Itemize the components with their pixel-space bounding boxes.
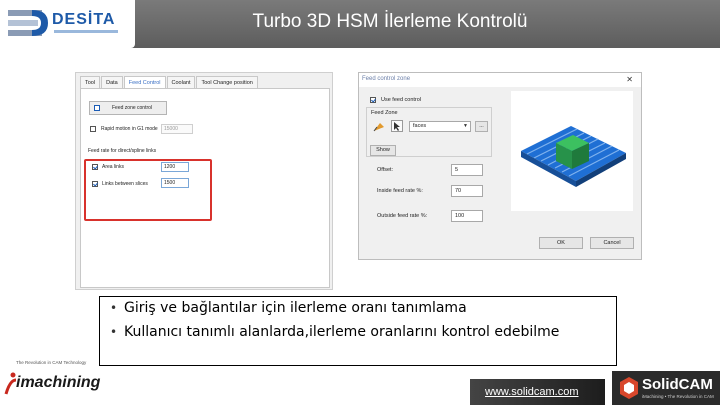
offset-label: Offset: (377, 167, 394, 173)
desita-logo-mark-icon (8, 10, 48, 36)
solidcam-wordmark: SolidCAM (642, 376, 713, 393)
feed-zone-select[interactable]: faces ▼ (409, 121, 471, 132)
inside-feed-rate-input[interactable]: 70 (451, 185, 483, 197)
ok-button[interactable]: OK (539, 237, 583, 249)
browse-button[interactable]: ... (475, 121, 488, 132)
feed-zone-control-button[interactable]: Feed zone control (89, 101, 167, 115)
bullet-icon: • (110, 301, 118, 315)
solidcam-website-link[interactable]: www.solidcam.com (485, 386, 579, 398)
outside-feed-rate-label: Outside feed rate %: (377, 213, 428, 219)
bullet-list: • Giriş ve bağlantılar için ilerleme ora… (99, 296, 617, 366)
feed-rate-group-label: Feed rate for direct/spline links (88, 148, 157, 154)
rapid-motion-checkbox[interactable] (90, 126, 96, 132)
bullet-text: Giriş ve bağlantılar için ilerleme oranı… (124, 300, 467, 316)
bullet-icon: • (110, 325, 118, 339)
bullet-text: Kullanıcı tanımlı alanlarda,ilerleme ora… (124, 324, 560, 340)
solidcam-logo: SolidCAM iMachining • The Revolution in … (612, 371, 720, 405)
feed-zone-select-value: faces (413, 123, 427, 129)
dialog-titlebar: Feed control zone ✕ (359, 73, 641, 87)
inside-feed-rate-label: Inside feed rate %: (377, 188, 423, 194)
select-geometry-icon[interactable] (372, 121, 386, 133)
offset-input[interactable]: 5 (451, 164, 483, 176)
feed-zone-label: Feed Zone (371, 110, 398, 116)
slide-title: Turbo 3D HSM İlerleme Kontrolü (252, 11, 528, 32)
solidcam-mark-icon (620, 377, 638, 399)
feed-zone-control-label: Feed zone control (112, 105, 153, 111)
bullet-item: • Kullanıcı tanımlı alanlarda,ilerleme o… (106, 323, 616, 341)
feed-zone-checkbox[interactable] (94, 105, 100, 111)
dialog-title: Feed control zone (362, 76, 411, 82)
slide-header: DESİTA Turbo 3D HSM İlerleme Kontrolü (0, 0, 720, 48)
desita-logo: DESİTA (0, 0, 135, 48)
rapid-motion-input[interactable]: 15000 (161, 124, 193, 134)
outside-feed-rate-input[interactable]: 100 (451, 210, 483, 222)
slide-footer: www.solidcam.com SolidCAM iMachining • T… (0, 371, 720, 405)
tab-strip: Tool Data Feed Control Coolant Tool Chan… (80, 76, 259, 88)
use-feed-control-checkbox[interactable] (370, 97, 376, 103)
feed-rate-highlight-frame (84, 159, 212, 221)
cursor-icon[interactable] (391, 120, 403, 132)
cancel-button[interactable]: Cancel (590, 237, 634, 249)
tab-data[interactable]: Data (101, 76, 123, 88)
tab-tool[interactable]: Tool (80, 76, 101, 88)
close-icon[interactable]: ✕ (626, 75, 633, 85)
show-button[interactable]: Show (370, 145, 396, 156)
tab-feed-control[interactable]: Feed Control (123, 76, 166, 88)
desita-logo-underline (54, 30, 118, 33)
solidcam-tagline: iMachining • The Revolution in CAM (642, 394, 714, 399)
tab-tool-change-position[interactable]: Tool Change position (196, 76, 258, 88)
feed-control-tab-dialog: Tool Data Feed Control Coolant Tool Chan… (75, 72, 333, 290)
rapid-motion-label: Rapid motion in G1 mode (101, 126, 158, 132)
use-feed-control-label: Use feed control (381, 97, 422, 103)
bullet-item: • Giriş ve bağlantılar için ilerleme ora… (106, 299, 616, 317)
feed-control-zone-dialog: Feed control zone ✕ Use feed control Fee… (358, 72, 642, 260)
chevron-down-icon: ▼ (463, 123, 468, 129)
tab-coolant[interactable]: Coolant (166, 76, 196, 88)
feed-zone-preview-viewport[interactable] (511, 91, 633, 211)
feed-control-panel: Feed zone control Rapid motion in G1 mod… (80, 88, 330, 288)
desita-logo-text: DESİTA (52, 11, 116, 28)
imachining-tagline: The Revolution in CAM Technology (16, 360, 87, 365)
